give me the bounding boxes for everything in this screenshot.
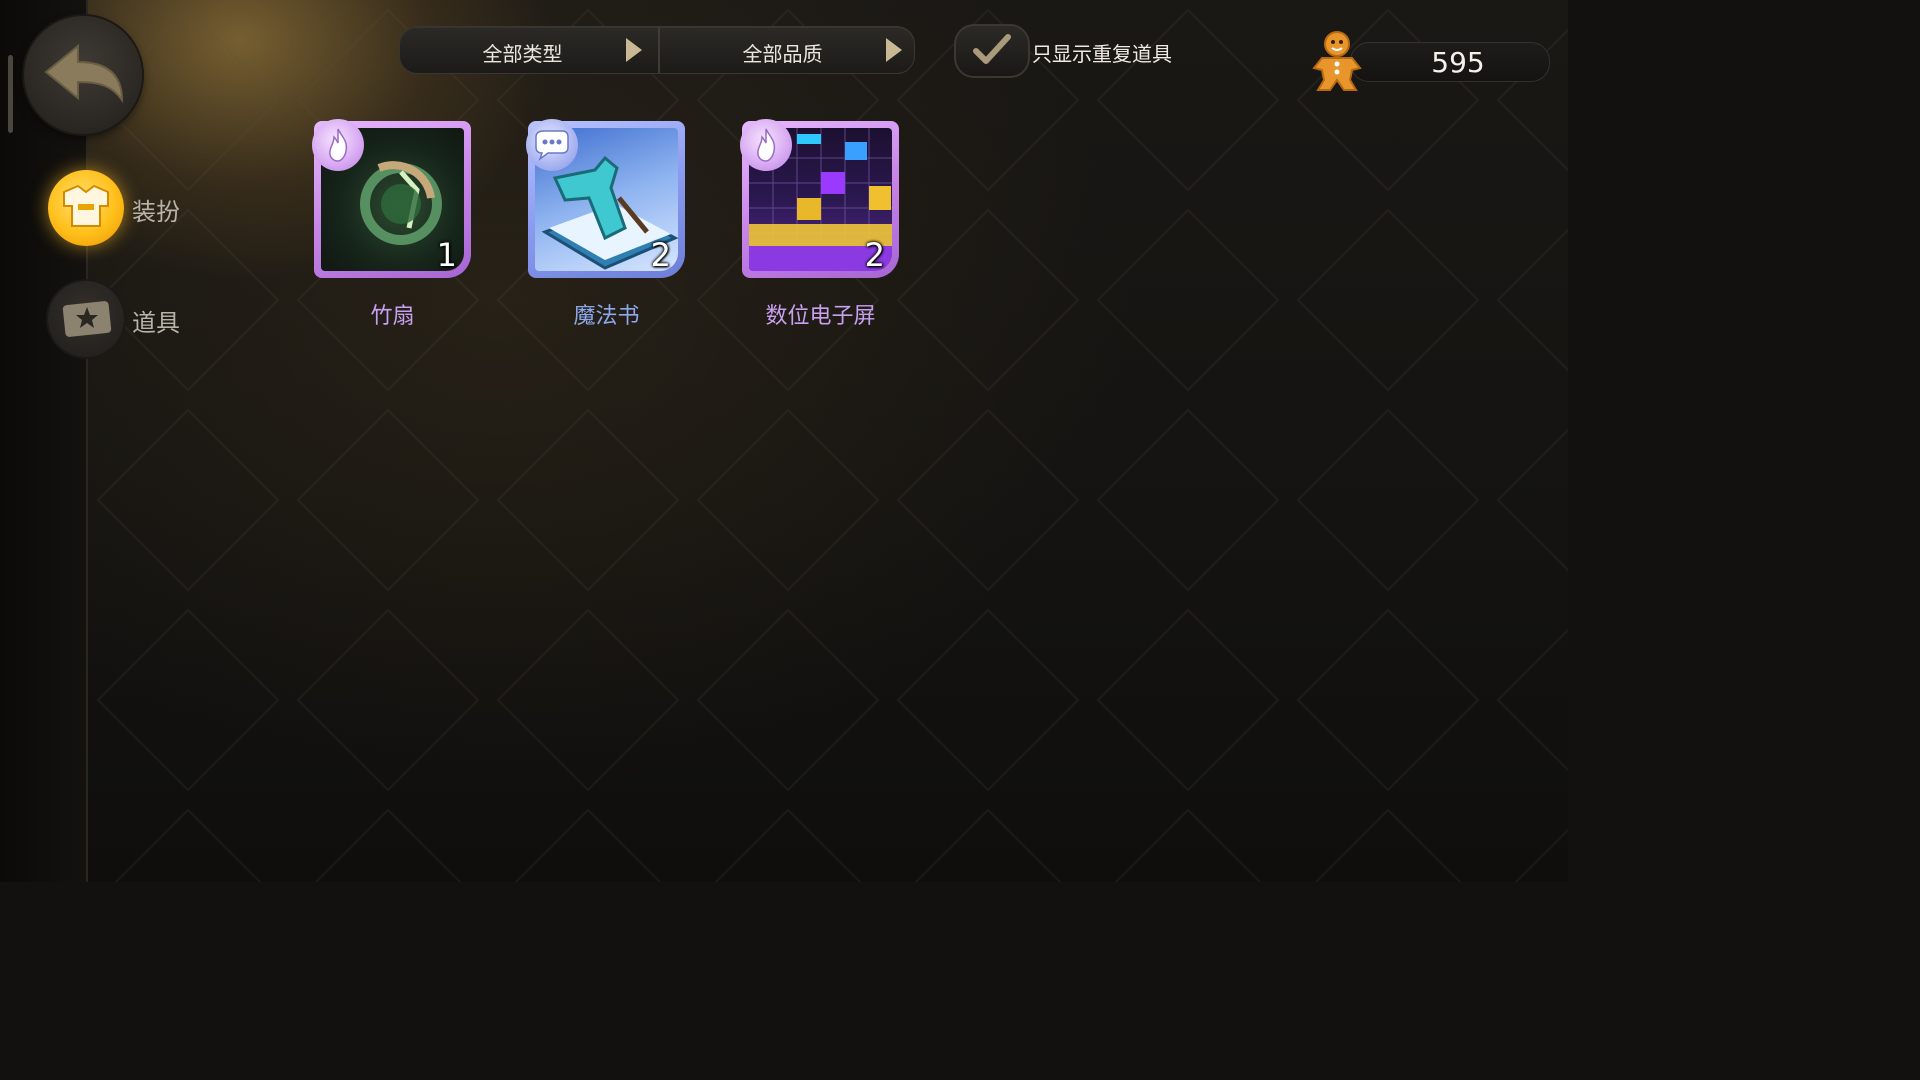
flame-icon [740,119,792,171]
item-count: 1 [436,236,457,274]
gingerbread-icon [1312,31,1362,91]
currency-value: 595 [1431,46,1485,79]
item-ticket-icon [48,281,124,357]
item-count: 2 [864,236,885,274]
game-inventory-screen: 装扮 道具 全部类型 全部品质 只显示重复道具 595 1 竹扇 2 魔法书 2… [0,0,1568,882]
item-card[interactable]: 2 [740,119,899,278]
sidebar-item-label: 道具 [132,309,180,337]
chat-bubble-icon [526,119,578,171]
sidebar-item-outfit[interactable]: 装扮 [48,170,248,248]
outfit-icon [48,170,124,246]
sidebar-item-label: 装扮 [132,198,180,226]
sidebar-item-props[interactable]: 道具 [48,281,248,359]
sidebar-scrollbar[interactable] [8,55,13,133]
back-arrow-icon [44,43,124,104]
item-name: 竹扇 [370,304,415,329]
item-card[interactable]: 2 [526,119,685,278]
flame-icon [312,119,364,171]
triangle-right-icon [886,38,902,62]
duplicate-only-checkbox[interactable] [954,24,1030,78]
quality-filter-label: 全部品质 [742,42,823,66]
item-name: 数位电子屏 [765,304,876,329]
checkmark-icon [973,34,1011,64]
triangle-right-icon [626,38,642,62]
quality-filter-dropdown[interactable]: 全部品质 [658,27,916,73]
item-name: 魔法书 [573,304,640,329]
item-card[interactable]: 1 [312,119,471,278]
item-count: 2 [650,236,671,274]
type-filter-label: 全部类型 [482,42,563,66]
back-button[interactable] [24,16,142,134]
currency-display: 595 [1350,42,1550,82]
type-filter-dropdown[interactable]: 全部类型 [400,27,656,73]
filter-bar: 全部类型 全部品质 [399,26,915,74]
duplicate-only-label: 只显示重复道具 [1032,42,1172,66]
